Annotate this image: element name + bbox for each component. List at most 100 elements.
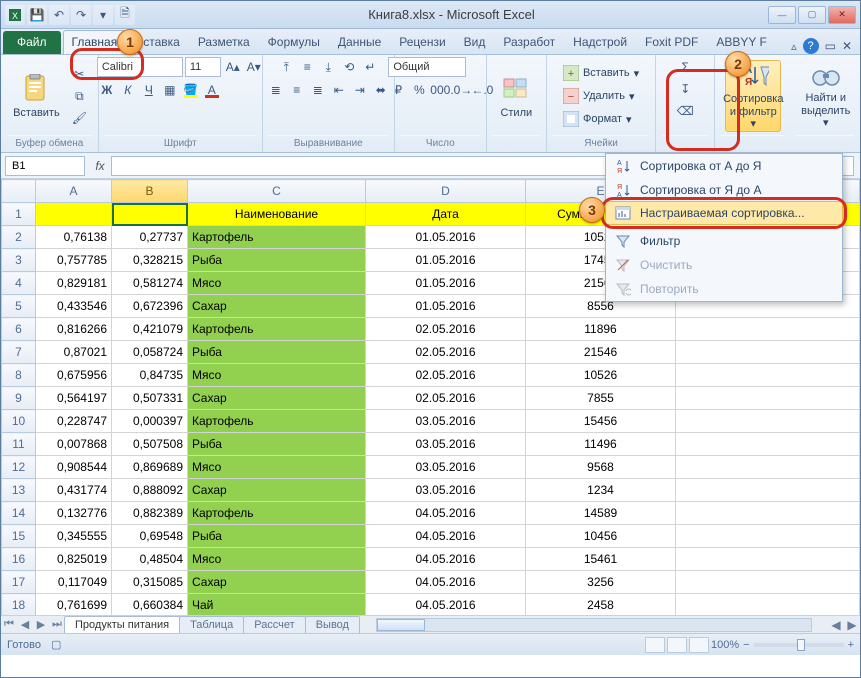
select-all-corner[interactable] — [2, 180, 36, 203]
cell[interactable]: 0,507508 — [112, 433, 188, 456]
font-name-combo[interactable]: Calibri — [97, 57, 183, 77]
delete-cells-button[interactable]: − Удалить▾ — [559, 85, 643, 107]
help-icon[interactable]: ? — [803, 38, 819, 54]
row-header[interactable]: 3 — [2, 249, 36, 272]
cell[interactable]: 0,829181 — [36, 272, 112, 295]
sheet-tab[interactable]: Вывод — [305, 616, 360, 633]
cell[interactable]: Картофель — [188, 410, 366, 433]
cell[interactable]: 0,825019 — [36, 548, 112, 571]
scroll-right-icon[interactable]: ▶ — [844, 617, 860, 633]
cell[interactable]: Сахар — [188, 479, 366, 502]
cell[interactable]: 0,000397 — [112, 410, 188, 433]
cell[interactable]: 04.05.2016 — [366, 502, 526, 525]
cell[interactable]: Чай — [188, 594, 366, 617]
cell[interactable]: 04.05.2016 — [366, 525, 526, 548]
cell[interactable]: 0,761699 — [36, 594, 112, 617]
sheet-nav-last-icon[interactable]: ⏭ — [49, 617, 65, 633]
cell[interactable]: 0,69548 — [112, 525, 188, 548]
sheet-tab[interactable]: Таблица — [179, 616, 244, 633]
cell[interactable]: 03.05.2016 — [366, 479, 526, 502]
tab-data[interactable]: Данные — [329, 30, 390, 54]
cell[interactable]: 0,564197 — [36, 387, 112, 410]
menu-sort-za[interactable]: ЯА Сортировка от Я до А — [606, 178, 842, 202]
cell[interactable]: 0,132776 — [36, 502, 112, 525]
tab-developer[interactable]: Разработ — [494, 30, 564, 54]
cell[interactable]: 10456 — [526, 525, 676, 548]
row-header[interactable]: 2 — [2, 226, 36, 249]
cell[interactable]: Рыба — [188, 249, 366, 272]
paste-button[interactable]: Вставить — [8, 60, 64, 132]
row-header[interactable]: 7 — [2, 341, 36, 364]
cell[interactable]: 2458 — [526, 594, 676, 617]
close-button[interactable]: ✕ — [828, 6, 856, 24]
format-painter-icon[interactable]: 🖌 — [68, 108, 90, 128]
find-select-button[interactable]: Найти и выделить ▾ — [798, 60, 854, 132]
copy-icon[interactable]: ⧉ — [68, 86, 90, 106]
tab-abbyy[interactable]: ABBYY F — [707, 30, 775, 54]
sheet-tab[interactable]: Рассчет — [243, 616, 306, 633]
percent-icon[interactable]: % — [409, 80, 429, 100]
cell[interactable]: Рыба — [188, 433, 366, 456]
cell[interactable]: 0,882389 — [112, 502, 188, 525]
cell[interactable]: Мясо — [188, 272, 366, 295]
cell[interactable]: 0,660384 — [112, 594, 188, 617]
scroll-left-icon[interactable]: ◀ — [828, 617, 844, 633]
print-preview-icon[interactable]: 🗎 — [115, 5, 135, 25]
cell[interactable]: 0,84735 — [112, 364, 188, 387]
ribbon-min-icon[interactable]: ▵ — [791, 40, 797, 53]
border-icon[interactable]: ▦ — [160, 80, 180, 100]
align-center-icon[interactable]: ≡ — [287, 80, 307, 100]
tab-layout[interactable]: Разметка — [189, 30, 259, 54]
col-header-d[interactable]: D — [366, 180, 526, 203]
row-header[interactable]: 1 — [2, 203, 36, 226]
cell[interactable]: 0,757785 — [36, 249, 112, 272]
cell[interactable]: 0,675956 — [36, 364, 112, 387]
macro-record-icon[interactable]: ▢ — [51, 638, 61, 651]
row-header[interactable]: 16 — [2, 548, 36, 571]
view-normal-icon[interactable] — [645, 637, 665, 653]
cut-icon[interactable]: ✂ — [68, 64, 90, 84]
autosum-icon[interactable]: Σ — [675, 57, 695, 77]
font-color-icon[interactable]: A — [202, 80, 222, 100]
cell[interactable]: 0,48504 — [112, 548, 188, 571]
decrease-font-icon[interactable]: A▾ — [244, 57, 264, 77]
align-left-icon[interactable]: ≣ — [266, 80, 286, 100]
fill-icon[interactable]: ↧ — [675, 79, 695, 99]
comma-icon[interactable]: 000 — [430, 80, 450, 100]
cell[interactable]: 01.05.2016 — [366, 226, 526, 249]
cell[interactable]: 0,315085 — [112, 571, 188, 594]
increase-indent-icon[interactable]: ⇥ — [350, 80, 370, 100]
styles-button[interactable]: Стили — [488, 60, 544, 132]
increase-font-icon[interactable]: A▴ — [223, 57, 243, 77]
sheet-nav-prev-icon[interactable]: ◀ — [17, 617, 33, 633]
cell[interactable]: Сахар — [188, 295, 366, 318]
align-middle-icon[interactable]: ≡ — [297, 57, 317, 77]
active-cell[interactable] — [112, 203, 188, 226]
cell[interactable]: 15461 — [526, 548, 676, 571]
cell[interactable]: Рыба — [188, 341, 366, 364]
cell[interactable]: 02.05.2016 — [366, 387, 526, 410]
undo-icon[interactable]: ↶ — [49, 5, 69, 25]
row-header[interactable]: 14 — [2, 502, 36, 525]
cell[interactable]: 01.05.2016 — [366, 249, 526, 272]
decrease-indent-icon[interactable]: ⇤ — [329, 80, 349, 100]
cell[interactable]: Картофель — [188, 502, 366, 525]
row-header[interactable]: 10 — [2, 410, 36, 433]
tab-foxit[interactable]: Foxit PDF — [636, 30, 707, 54]
cell[interactable]: 0,908544 — [36, 456, 112, 479]
tab-file[interactable]: Файл — [3, 31, 61, 54]
window-restore-icon[interactable]: ▭ — [825, 39, 836, 53]
clear-icon[interactable]: ⌫ — [675, 101, 695, 121]
bold-button[interactable]: Ж — [97, 80, 117, 100]
cell[interactable]: 11896 — [526, 318, 676, 341]
cell[interactable]: Мясо — [188, 364, 366, 387]
cell[interactable]: 14589 — [526, 502, 676, 525]
font-size-combo[interactable]: 11 — [185, 57, 221, 77]
save-icon[interactable]: 💾 — [27, 5, 47, 25]
col-header-a[interactable]: A — [36, 180, 112, 203]
redo-icon[interactable]: ↷ — [71, 5, 91, 25]
zoom-out-icon[interactable]: − — [743, 639, 749, 651]
qat-more-icon[interactable]: ▾ — [93, 5, 113, 25]
cell[interactable]: 02.05.2016 — [366, 318, 526, 341]
horizontal-scrollbar[interactable] — [376, 618, 812, 632]
